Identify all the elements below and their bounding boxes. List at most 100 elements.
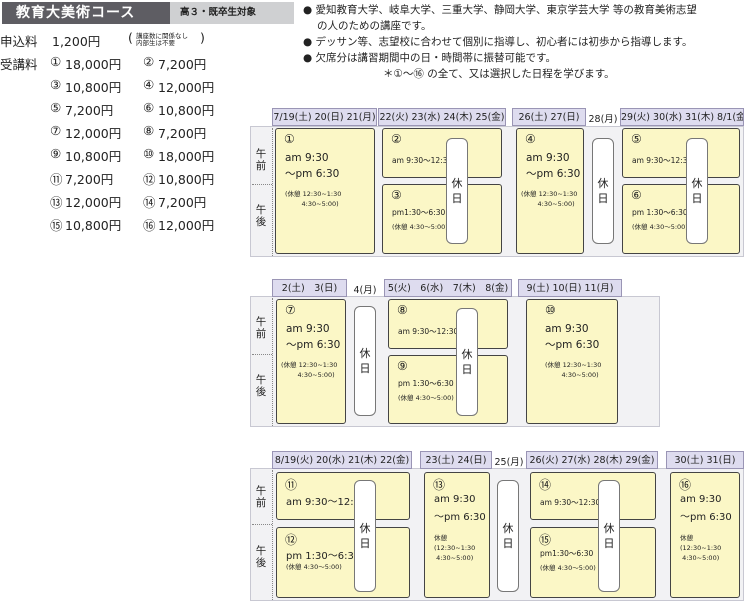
date-header: 22(火) 23(水) 24(木) 25(金) — [378, 108, 506, 126]
course-fee-price: 18,000円 — [158, 149, 215, 164]
session-time: am 9:30～12:30 — [632, 156, 693, 165]
holiday-marker: 休日 — [354, 306, 376, 416]
course-fee-number: ② — [143, 54, 155, 69]
session-break: (休憩 4:30～5:00) — [398, 394, 454, 402]
course-fee-number: ⑩ — [143, 146, 155, 161]
course-fee-price: 18,000円 — [65, 57, 122, 72]
session-number: ⑥ — [631, 188, 642, 202]
session-10: ⑩ am 9:30 ～pm 6:30 (休憩 12:30~1:30 4:30~5… — [526, 299, 618, 424]
course-fee-price: 10,800円 — [158, 103, 215, 118]
note-line: ● 愛知教育大学、岐阜大学、三重大学、静岡大学、東京学芸大学 等の教育美術志望 — [303, 4, 697, 16]
session-time: pm 1:30～6:30 — [286, 551, 361, 562]
course-fee-price: 7,200円 — [158, 126, 207, 141]
course-fee-price: 7,200円 — [158, 57, 207, 72]
session-1: ① am 9:30 ～pm 6:30 (休憩 12:30~1:30 4:30~5… — [275, 128, 375, 254]
course-fee-price: 12,000円 — [65, 195, 122, 210]
session-8: ⑧ am 9:30～12:30 — [388, 299, 508, 349]
holiday-label: 休日 — [597, 177, 609, 205]
course-fee-price: 7,200円 — [65, 172, 114, 187]
course-fee-price: 12,000円 — [65, 126, 122, 141]
pm-label: 午後 — [255, 204, 267, 228]
holiday-label: 休日 — [359, 522, 371, 550]
session-time: am 9:30～12:30 — [392, 156, 453, 165]
session-break: (休憩 12:30~1:30 4:30~5:00) — [281, 361, 338, 379]
session-time: am 9:30 — [286, 323, 330, 335]
course-fee-price: 10,800円 — [65, 80, 122, 95]
date-header: 2(土) 3(日) — [272, 279, 347, 297]
course-fee-number: ⑬ — [50, 195, 63, 210]
session-time: pm1:30～6:30 — [540, 549, 594, 558]
holiday-marker: 休日 — [686, 138, 708, 244]
date-header: 7/19(土) 20(日) 21(月) — [272, 108, 377, 126]
holiday-label: 休日 — [451, 177, 463, 205]
holiday-marker: 休日 — [456, 308, 478, 416]
session-3: ③ pm1:30～6:30 (休憩 4:30～5:00) — [382, 184, 502, 254]
session-break: 休憩 (12:30~1:30 4:30~5:00) — [680, 534, 722, 562]
session-11: ⑪ am 9:30～12:30 — [276, 472, 410, 520]
session-break: (休憩 4:30～5:00) — [632, 223, 688, 231]
course-fee-number: ⑫ — [143, 172, 156, 187]
session-number: ⑤ — [631, 132, 642, 146]
session-number: ⑨ — [397, 359, 408, 373]
holiday-label: 休日 — [691, 177, 703, 205]
session-15: ⑮ pm1:30～6:30 (休憩 4:30～5:00) — [530, 527, 656, 598]
am-label: 午前 — [255, 485, 267, 509]
session-5: ⑤ am 9:30～12:30 — [622, 128, 740, 178]
holiday-marker: 休日 — [598, 480, 620, 592]
pm-label: 午後 — [255, 545, 267, 569]
session-7: ⑦ am 9:30 ～pm 6:30 (休憩 12:30~1:30 4:30~5… — [276, 299, 346, 424]
session-break: (休憩 4:30～5:00) — [392, 223, 448, 231]
note-line: ＊①～⑯ の全て、又は選択した日程を学びます。 — [383, 68, 615, 80]
fee-paren-close: ) — [200, 30, 205, 45]
session-break: (休憩 12:30~1:30 4:30~5:00) — [545, 361, 602, 379]
course-fee-price: 12,000円 — [158, 218, 215, 233]
holiday-label: 休日 — [502, 522, 514, 550]
date-gap-label: 25(月) — [494, 457, 524, 468]
date-header: 5(火) 6(水) 7(木) 8(金) — [384, 279, 512, 297]
session-16: ⑯ am 9:30 ～pm 6:30 休憩 (12:30~1:30 4:30~5… — [670, 472, 740, 598]
course-fee-price: 7,200円 — [158, 195, 207, 210]
session-time: pm 1:30～6:30 — [398, 379, 454, 388]
date-header: 8/19(火) 20(水) 21(木) 22(金) — [272, 451, 412, 469]
session-2: ② am 9:30～12:30 — [382, 128, 502, 178]
holiday-label: 休日 — [359, 347, 371, 375]
session-number: ④ — [525, 132, 536, 146]
course-fee-number: ① — [50, 54, 62, 69]
session-time: am 9:30 — [434, 494, 476, 505]
session-break: 休憩 (12:30~1:30 4:30~5:00) — [434, 534, 476, 562]
am-label: 午前 — [255, 148, 267, 172]
session-14: ⑭ am 9:30～12:30 — [530, 472, 656, 520]
course-fee-number: ③ — [50, 77, 62, 92]
session-time: ～pm 6:30 — [285, 168, 340, 180]
course-fee-number: ⑧ — [143, 123, 155, 138]
holiday-marker: 休日 — [354, 480, 376, 592]
session-time: am 9:30～12:30 — [398, 327, 459, 336]
application-fee-amount: 1,200円 — [52, 34, 101, 49]
session-number: ⑧ — [397, 303, 408, 317]
date-gap-label: 28(月) — [588, 114, 618, 125]
session-time: am 9:30 — [526, 152, 570, 164]
course-header: 教育大美術コース 高３・既卒生対象 — [2, 2, 294, 24]
session-number: ⑩ — [545, 303, 556, 317]
am-label: 午前 — [255, 316, 267, 340]
session-number: ⑪ — [285, 478, 298, 492]
session-time: pm1:30～6:30 — [392, 208, 446, 217]
session-number: ③ — [391, 188, 402, 202]
course-fee-number: ⑥ — [143, 100, 155, 115]
session-time: pm 1:30～6:30 — [632, 208, 688, 217]
application-fee-label: 申込料 — [0, 34, 38, 49]
session-time: am 9:30 — [545, 323, 589, 335]
holiday-marker: 休日 — [497, 480, 519, 592]
course-fee-price: 12,000円 — [158, 80, 215, 95]
session-6: ⑥ pm 1:30～6:30 (休憩 4:30～5:00) — [622, 184, 740, 254]
note-line: ● 欠席分は講習期間中の日・時間帯に振替可能です。 — [303, 52, 556, 64]
session-12: ⑫ pm 1:30～6:30 (休憩 4:30～5:00) — [276, 527, 410, 598]
fee-paren-open: ( — [128, 30, 133, 45]
note-line: ● デッサン等、志望校に合わせて個別に指導し、初心者には初歩から指導します。 — [303, 36, 693, 48]
session-9: ⑨ pm 1:30～6:30 (休憩 4:30～5:00) — [388, 355, 508, 424]
course-fee-price: 10,800円 — [65, 149, 122, 164]
course-fee-number: ⑤ — [50, 100, 62, 115]
session-time: ～pm 6:30 — [545, 339, 600, 351]
holiday-label: 休日 — [461, 348, 473, 376]
note-line: の人のための講座です。 — [317, 20, 432, 32]
